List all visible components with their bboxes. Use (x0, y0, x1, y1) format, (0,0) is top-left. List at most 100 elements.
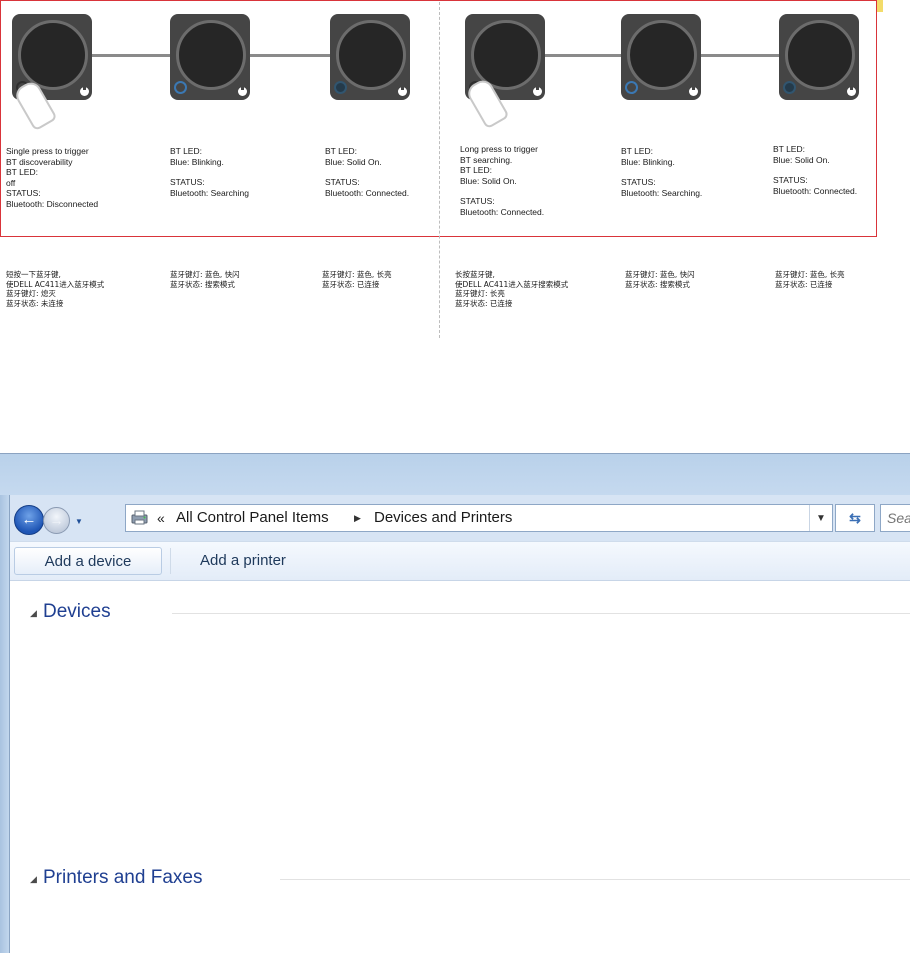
zh-line: 蓝牙状态: 搜索模式 (170, 279, 235, 289)
add-printer-button[interactable]: Add a printer (176, 547, 310, 575)
desc-line: Single press to trigger (6, 146, 89, 156)
desc-line: Bluetooth: Searching (170, 187, 249, 198)
short-press-step2-text: BT LED: Blue: Blinking. STATUS: Bluetoot… (170, 146, 249, 198)
group-divider (280, 879, 910, 880)
address-dropdown-icon[interactable]: ▼ (809, 505, 832, 531)
desc-line: Bluetooth: Connected. (460, 206, 545, 217)
power-icon (847, 85, 856, 96)
speaker-knob (336, 20, 406, 90)
bt-led-blinking-icon (174, 81, 187, 94)
power-icon (689, 85, 698, 96)
breadcrumb-devices-and-printers[interactable]: Devices and Printers (374, 509, 512, 526)
forward-arrow-icon: → (49, 512, 64, 528)
zh-line: 蓝牙状态: 搜索模式 (625, 279, 690, 289)
zh-line: 使DELL AC411进入蓝牙模式 (6, 279, 105, 289)
back-arrow-icon: ← (21, 511, 37, 528)
devices-printers-icon (131, 510, 148, 525)
power-icon (80, 85, 89, 96)
connector-line (92, 54, 172, 57)
desc-line: STATUS: (325, 177, 360, 187)
zh-line: 使DELL AC411进入蓝牙搜索模式 (455, 279, 569, 289)
corner-mark (877, 0, 883, 12)
desc-line: BT LED: (460, 165, 492, 175)
collapse-triangle-icon[interactable]: ◢ (30, 874, 37, 885)
speaker-knob (627, 20, 697, 90)
printers-group-header[interactable]: ◢ Printers and Faxes (10, 867, 910, 891)
toolbar-separator (170, 548, 171, 574)
devices-group-header[interactable]: ◢ Devices (10, 601, 910, 625)
connector-line (701, 54, 781, 57)
desc-line: BT LED: (6, 167, 38, 177)
add-device-button[interactable]: Add a device (14, 547, 162, 575)
command-bar: Add a device Add a printer (10, 541, 910, 581)
recent-pages-dropdown-icon[interactable]: ▼ (75, 517, 83, 526)
speaker-knob (18, 20, 88, 90)
collapse-triangle-icon[interactable]: ◢ (30, 608, 37, 619)
long-press-step2-zh: 蓝牙键灯: 蓝色, 快闪 蓝牙状态: 搜索模式 (625, 270, 695, 289)
desc-line: Bluetooth: Connected. (325, 187, 410, 198)
short-press-step3-zh: 蓝牙键灯: 蓝色, 长亮 蓝牙状态: 已连接 (322, 270, 392, 289)
short-press-step3-text: BT LED: Blue: Solid On. STATUS: Bluetoot… (325, 146, 409, 198)
zh-line: 蓝牙键灯: 蓝色, 长亮 (775, 270, 845, 279)
speaker-knob (176, 20, 246, 90)
short-press-step1-zh: 短按一下蓝牙键, 使DELL AC411进入蓝牙模式 蓝牙键灯: 熄灭 蓝牙状态… (6, 270, 104, 308)
desc-line: STATUS: (170, 177, 205, 187)
desc-line: BT searching. (460, 154, 513, 165)
zh-line: 蓝牙状态: 已连接 (322, 279, 380, 289)
group-divider (172, 613, 910, 614)
zh-line: 蓝牙状态: 未连接 (6, 298, 64, 308)
power-icon (238, 85, 247, 96)
desc-line: STATUS: (6, 188, 41, 198)
zh-line: 蓝牙键灯: 蓝色, 快闪 (170, 270, 240, 279)
bt-led-solid-icon (334, 81, 347, 94)
refresh-icon: ⇆ (849, 510, 861, 526)
desc-line: Blue: Solid On. (325, 156, 382, 167)
desc-line: BT LED: (773, 144, 805, 154)
speaker-device (330, 14, 410, 100)
speaker-device (170, 14, 250, 100)
desc-line: Long press to trigger (460, 144, 538, 154)
zh-line: 蓝牙键灯: 长亮 (455, 289, 505, 298)
desc-line: Bluetooth: Connected. (773, 185, 858, 196)
window-frame-top (0, 453, 910, 495)
breadcrumb-separator-icon[interactable]: ▶ (354, 513, 361, 524)
long-press-step3-zh: 蓝牙键灯: 蓝色, 长亮 蓝牙状态: 已连接 (775, 270, 845, 289)
desc-line: BT LED: (325, 146, 357, 156)
forward-button[interactable]: → (43, 507, 70, 534)
zh-line: 蓝牙键灯: 蓝色, 长亮 (322, 270, 392, 279)
refresh-button[interactable]: ⇆ (835, 504, 875, 532)
desc-line: Bluetooth: Searching. (621, 187, 703, 198)
devices-and-printers-window: ← → ▼ « All Control Panel Items ▶ Device… (0, 453, 910, 953)
address-bar[interactable]: « All Control Panel Items ▶ Devices and … (125, 504, 833, 532)
bt-led-blinking-icon (625, 81, 638, 94)
devices-group-title: Devices (43, 601, 111, 622)
desc-line: Bluetooth: Disconnected (6, 198, 99, 209)
desc-line: Blue: Blinking. (170, 156, 224, 167)
long-press-step3-text: BT LED: Blue: Solid On. STATUS: Bluetoot… (773, 144, 857, 196)
long-press-step1-zh: 长按蓝牙键, 使DELL AC411进入蓝牙搜索模式 蓝牙键灯: 长亮 蓝牙状态… (455, 270, 568, 308)
device-list-pane: ◢ Devices ◢ Printers and Faxes (10, 581, 910, 953)
desc-line: STATUS: (773, 175, 808, 185)
desc-line: BT discoverability (6, 156, 73, 167)
search-input[interactable] (887, 506, 910, 530)
breadcrumb-overflow[interactable]: « (157, 510, 165, 526)
printers-group-title: Printers and Faxes (43, 867, 203, 888)
long-press-step2-text: BT LED: Blue: Blinking. STATUS: Bluetoot… (621, 146, 702, 198)
short-press-step2-zh: 蓝牙键灯: 蓝色, 快闪 蓝牙状态: 搜索模式 (170, 270, 240, 289)
zh-line: 蓝牙状态: 已连接 (775, 279, 833, 289)
window-frame-left (0, 495, 10, 953)
back-button[interactable]: ← (14, 505, 44, 535)
short-press-step1-text: Single press to trigger BT discoverabili… (6, 146, 98, 209)
power-icon (398, 85, 407, 96)
desc-line: STATUS: (460, 196, 495, 206)
navigation-bar: ← → ▼ « All Control Panel Items ▶ Device… (10, 495, 910, 541)
zh-line: 蓝牙键灯: 蓝色, 快闪 (625, 270, 695, 279)
power-icon (533, 85, 542, 96)
connector-line (250, 54, 332, 57)
zh-line: 蓝牙键灯: 熄灭 (6, 289, 56, 298)
desc-line: off (6, 177, 16, 188)
search-box[interactable] (880, 504, 910, 532)
speaker-device (779, 14, 859, 100)
breadcrumb-all-control-panel-items[interactable]: All Control Panel Items (176, 509, 329, 526)
instruction-figure: Single press to trigger BT discoverabili… (0, 0, 910, 345)
